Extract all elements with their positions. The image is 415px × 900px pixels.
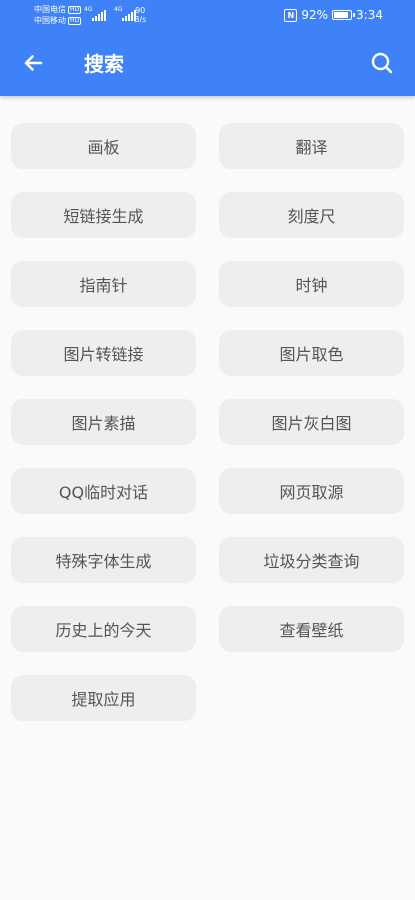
system-status: N 92% 3:34 — [284, 8, 383, 22]
arrow-left-icon — [24, 55, 43, 71]
battery-icon — [332, 10, 356, 20]
tool-button[interactable]: 时钟 — [219, 261, 404, 307]
hd-badge-2: HD — [68, 16, 82, 25]
tool-button[interactable]: 网页取源 — [219, 468, 404, 514]
search-button[interactable] — [367, 48, 397, 78]
network-speed: 90 B/s — [134, 6, 146, 24]
search-icon — [371, 52, 393, 74]
tool-button[interactable]: QQ临时对话 — [11, 468, 196, 514]
carrier-info: 中国电信 HD 中国移动 HD — [34, 4, 82, 26]
top-bar: 中国电信 HD 中国移动 HD 4G 4G 90 B/s N 92% 3:34 … — [0, 0, 415, 96]
tool-button[interactable]: 图片取色 — [219, 330, 404, 376]
clock-time: 3:34 — [356, 8, 383, 22]
hd-badge-1: HD — [68, 5, 82, 14]
network-speed-value: 90 — [135, 6, 146, 15]
tool-button[interactable]: 特殊字体生成 — [11, 537, 196, 583]
tool-button[interactable]: 垃圾分类查询 — [219, 537, 404, 583]
tool-button[interactable]: 翻译 — [219, 123, 404, 169]
carrier-1: 中国电信 — [34, 5, 66, 14]
battery-level — [334, 12, 348, 18]
page-title: 搜索 — [84, 52, 124, 76]
tool-button[interactable]: 指南针 — [11, 261, 196, 307]
tool-button[interactable]: 图片灰白图 — [219, 399, 404, 445]
tool-button[interactable]: 图片转链接 — [11, 330, 196, 376]
signal-indicators: 4G 4G — [84, 7, 136, 21]
tool-button[interactable]: 短链接生成 — [11, 192, 196, 238]
status-bar: 中国电信 HD 中国移动 HD 4G 4G 90 B/s N 92% 3:34 — [0, 0, 415, 30]
nfc-icon: N — [284, 8, 298, 22]
carrier-2: 中国移动 — [34, 16, 66, 25]
tool-button[interactable]: 图片素描 — [11, 399, 196, 445]
signal-1-icon: 4G — [84, 7, 106, 21]
tool-button[interactable]: 刻度尺 — [219, 192, 404, 238]
back-button[interactable] — [18, 48, 48, 78]
tool-button[interactable]: 历史上的今天 — [11, 606, 196, 652]
tool-button[interactable]: 画板 — [11, 123, 196, 169]
battery-percent: 92% — [301, 8, 329, 22]
network-speed-unit: B/s — [134, 15, 147, 24]
signal-2-icon: 4G — [114, 7, 136, 21]
tool-grid: 画板 翻译 短链接生成 刻度尺 指南针 时钟 图片转链接 图片取色 图片素描 图片灰白图 QQ临时对… — [11, 123, 404, 721]
tool-button[interactable]: 查看壁纸 — [219, 606, 404, 652]
tool-button[interactable]: 提取应用 — [11, 675, 196, 721]
